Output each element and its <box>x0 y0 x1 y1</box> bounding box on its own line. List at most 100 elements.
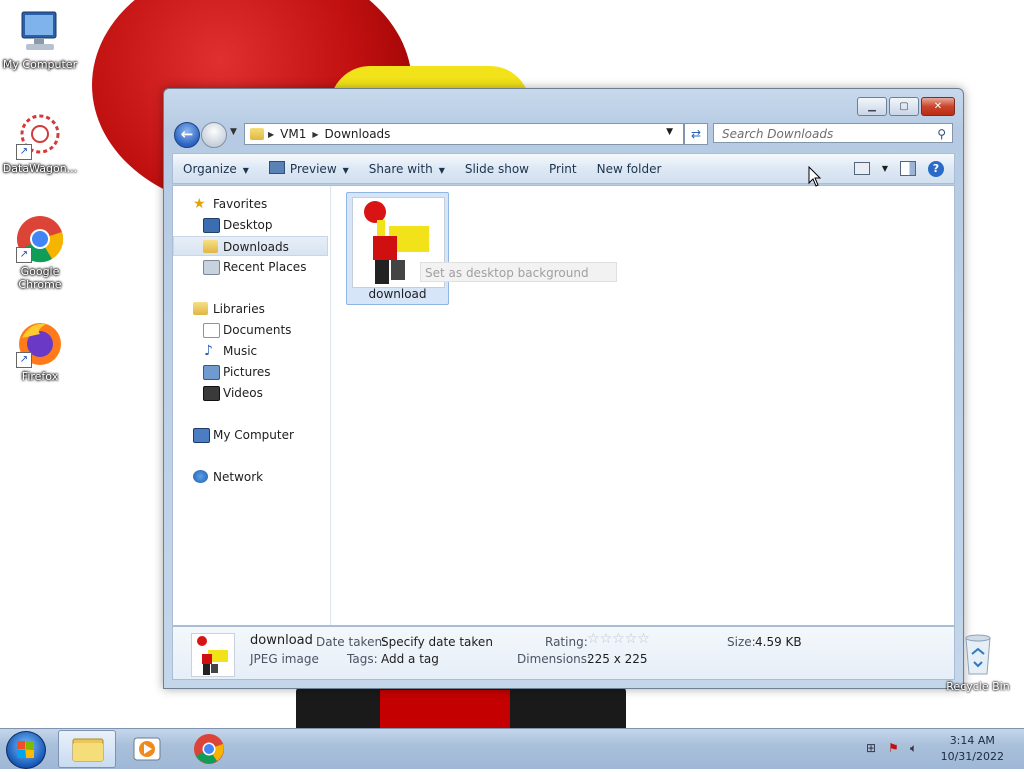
details-file-type: JPEG image <box>250 652 319 666</box>
slide-show-button[interactable]: Slide show <box>455 162 539 176</box>
tags-value[interactable]: Add a tag <box>381 652 439 666</box>
start-button[interactable] <box>6 731 46 769</box>
mouse-cursor-icon <box>808 166 822 187</box>
size-value: 4.59 KB <box>755 635 802 649</box>
minimize-button[interactable]: ▁ <box>857 97 887 116</box>
details-thumbnail <box>191 633 235 677</box>
nav-network[interactable]: Network <box>173 467 328 487</box>
firefox-icon: ↗ <box>16 320 64 368</box>
breadcrumb-separator-icon[interactable]: ▶ <box>268 130 274 139</box>
desktop-icon-firefox[interactable]: ↗ Firefox <box>0 320 80 383</box>
volume-icon[interactable]: 🔈︎ <box>910 741 924 755</box>
taskbar-media-player[interactable] <box>118 730 176 768</box>
address-bar[interactable]: ▶ VM1 ▶ Downloads ▼ <box>244 123 684 145</box>
print-button[interactable]: Print <box>539 162 587 176</box>
star-outline-icon[interactable]: ☆ <box>637 631 650 647</box>
folder-icon <box>72 738 104 762</box>
new-folder-button[interactable]: New folder <box>587 162 672 176</box>
search-input[interactable]: Search Downloads ⚲ <box>713 123 953 143</box>
nav-music[interactable]: ♪ Music <box>173 341 328 361</box>
help-icon[interactable]: ? <box>928 160 944 177</box>
videos-icon <box>203 386 220 401</box>
view-options-dropdown-icon[interactable]: ▼ <box>882 164 888 173</box>
recent-pages-dropdown[interactable]: ▼ <box>230 127 237 137</box>
navigation-bar: ← ▼ ▶ VM1 ▶ Downloads ▼ ⇄ Search Downloa… <box>172 121 955 149</box>
nav-label: Desktop <box>223 218 273 232</box>
print-label: Print <box>548 161 577 176</box>
rating-stars[interactable]: ☆☆☆☆☆ <box>587 631 650 647</box>
address-dropdown-icon[interactable]: ▼ <box>666 127 673 137</box>
content-area: ★ Favorites Desktop Downloads Recent Plac… <box>172 185 955 626</box>
downloads-folder-icon <box>203 240 218 253</box>
nav-documents[interactable]: Documents <box>173 320 328 340</box>
nav-pictures[interactable]: Pictures <box>173 362 328 382</box>
file-name: download <box>368 287 427 301</box>
media-player-icon <box>133 737 161 761</box>
nav-downloads[interactable]: Downloads <box>173 236 328 256</box>
explorer-window[interactable]: ▁ ▢ ✕ ← ▼ ▶ VM1 ▶ Downloads ▼ ⇄ Search D… <box>163 88 964 689</box>
star-outline-icon[interactable]: ☆ <box>600 631 613 647</box>
share-with-button[interactable]: Share with ▼ <box>359 162 455 176</box>
maximize-button[interactable]: ▢ <box>889 97 919 116</box>
change-view-icon[interactable] <box>853 162 870 175</box>
file-list[interactable]: download Set as desktop background <box>330 186 954 625</box>
recent-places-icon <box>203 260 220 275</box>
clock[interactable]: 3:14 AM 10/31/2022 <box>941 733 1004 765</box>
file-item[interactable]: download <box>346 192 449 305</box>
pictures-icon <box>203 365 220 380</box>
date-taken-value[interactable]: Specify date taken <box>381 635 493 649</box>
nav-my-computer[interactable]: My Computer <box>173 425 328 445</box>
folder-icon <box>250 128 264 140</box>
chrome-icon <box>194 734 224 764</box>
star-outline-icon[interactable]: ☆ <box>625 631 638 647</box>
windows-logo-icon <box>17 741 34 758</box>
nav-videos[interactable]: Videos <box>173 383 328 403</box>
breadcrumb-vm1[interactable]: VM1 <box>280 127 306 141</box>
star-outline-icon[interactable]: ☆ <box>612 631 625 647</box>
star-icon: ★ <box>193 196 206 212</box>
breadcrumb-downloads[interactable]: Downloads <box>325 127 391 141</box>
libraries-icon <box>193 302 208 315</box>
refresh-button[interactable]: ⇄ <box>684 123 708 145</box>
dimensions-label: Dimensions: <box>517 652 592 666</box>
documents-icon <box>203 323 220 338</box>
forward-button[interactable] <box>201 122 227 148</box>
wallpaper-red-shape <box>380 690 510 730</box>
slideshow-label: Slide show <box>464 161 529 176</box>
nav-favorites[interactable]: ★ Favorites <box>173 194 328 214</box>
system-tray: ⊞ ⚑ 🔈︎ 3:14 AM 10/31/2022 <box>854 729 1024 769</box>
action-center-flag-icon[interactable]: ⚑ <box>888 741 902 755</box>
computer-icon <box>16 8 64 56</box>
details-file-name: download <box>250 633 313 648</box>
desktop-icon-datawagon[interactable]: ↗ DataWagon... <box>0 112 80 175</box>
close-button[interactable]: ✕ <box>921 97 955 116</box>
search-icon[interactable]: ⚲ <box>937 124 946 144</box>
desktop-icon-recycle-bin[interactable]: Recycle Bin <box>940 630 1016 693</box>
desktop-icon-chrome[interactable]: ↗ Google Chrome <box>0 215 80 291</box>
shortcut-arrow-icon: ↗ <box>16 144 32 160</box>
breadcrumb-separator-icon[interactable]: ▶ <box>312 130 318 139</box>
taskbar-explorer[interactable] <box>58 730 116 768</box>
nav-label: Music <box>223 344 258 358</box>
tags-label: Tags: <box>347 652 378 666</box>
desktop-icon <box>203 218 220 233</box>
nav-label: My Computer <box>213 428 294 442</box>
nav-label: Recent Places <box>223 260 307 274</box>
organize-label: Organize <box>183 161 237 176</box>
nav-libraries[interactable]: Libraries <box>173 299 328 319</box>
desktop-icon-label: Recycle Bin <box>946 680 1010 693</box>
desktop-icon-my-computer[interactable]: My Computer <box>0 8 80 71</box>
nav-desktop[interactable]: Desktop <box>173 215 328 235</box>
network-status-icon[interactable]: ⊞ <box>866 741 880 755</box>
nav-recent-places[interactable]: Recent Places <box>173 257 328 277</box>
star-outline-icon[interactable]: ☆ <box>587 631 600 647</box>
taskbar-chrome[interactable] <box>180 730 238 768</box>
nav-label: Downloads <box>223 240 289 254</box>
chevron-down-icon: ▼ <box>242 165 249 175</box>
nav-label: Documents <box>223 323 292 337</box>
organize-button[interactable]: Organize ▼ <box>173 162 259 176</box>
back-button[interactable]: ← <box>174 122 200 148</box>
preview-pane-icon[interactable] <box>900 161 916 176</box>
context-tooltip: Set as desktop background <box>420 262 617 282</box>
preview-button[interactable]: Preview ▼ <box>259 161 359 176</box>
